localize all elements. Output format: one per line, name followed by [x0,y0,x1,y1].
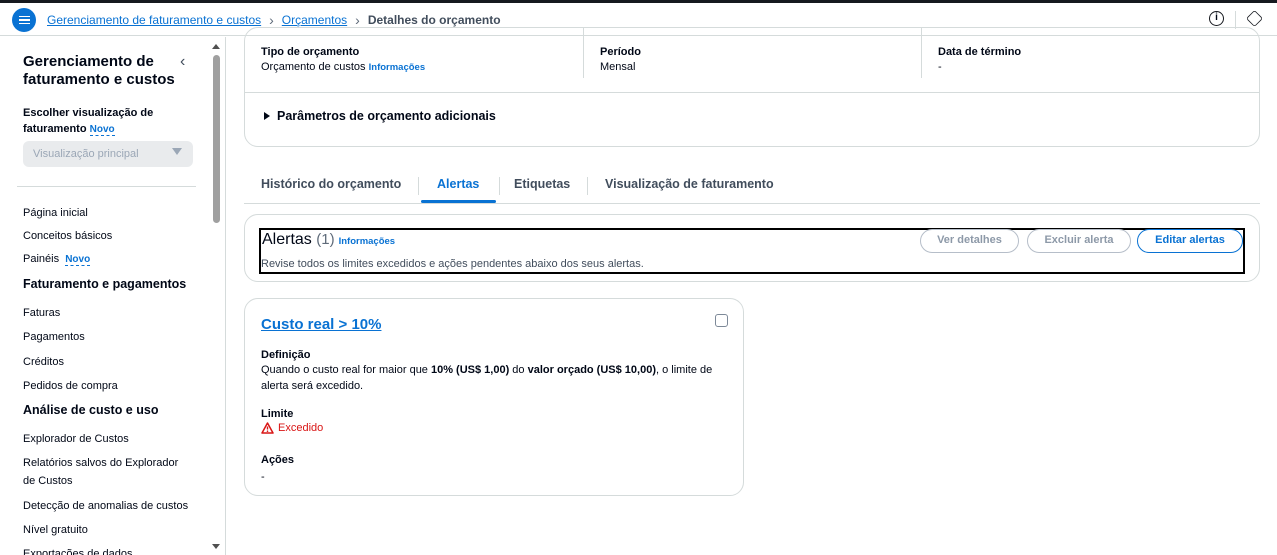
sidebar-section-cost-analysis: Análise de custo e uso [23,403,159,417]
definition-label: Definição [261,349,311,361]
info-link[interactable]: Informações [369,62,426,73]
sidebar-item-home[interactable]: Página inicial [23,204,88,222]
divider [17,186,196,187]
chevron-right-icon: › [269,12,274,28]
chevron-right-icon: › [355,12,360,28]
sidebar-item-anomaly-detection[interactable]: Detecção de anomalias de custos [23,497,188,515]
active-tab-indicator [421,200,496,203]
sidebar-item-invoices[interactable]: Faturas [23,304,60,322]
menu-icon[interactable] [12,8,36,32]
breadcrumb-budgets[interactable]: Orçamentos [282,13,347,27]
actions-label: Ações [261,454,295,466]
info-link[interactable]: Informações [339,236,396,247]
sidebar-item-data-exports[interactable]: Exportações de dados [23,545,132,555]
sidebar-item-credits[interactable]: Créditos [23,353,64,371]
new-badge[interactable]: Novo [89,124,115,136]
caret-right-icon [264,112,270,120]
tab-tags[interactable]: Etiquetas [514,177,570,191]
additional-params-toggle[interactable]: Parâmetros de orçamento adicionais [264,109,496,123]
sidebar-scrollbar[interactable] [213,55,220,223]
actions-value: - [261,471,265,483]
breadcrumb-billing[interactable]: Gerenciamento de faturamento e custos [47,13,261,27]
sidebar: Gerenciamento de faturamento e custos ‹ … [0,37,226,555]
scroll-up-icon[interactable] [212,44,220,49]
breadcrumb-current: Detalhes do orçamento [367,13,501,27]
sidebar-title: Gerenciamento de faturamento e custos [23,53,175,88]
budget-end-date: Data de término - [938,46,1022,73]
tab-billing-view[interactable]: Visualização de faturamento [605,177,774,191]
sidebar-item-saved-reports[interactable]: Relatórios salvos do Explorador de Custo… [23,454,193,490]
main-content: Tipo de orçamento Orçamento de custos In… [227,27,1277,555]
limit-status: Excedido [261,422,323,434]
sidebar-item-free-tier[interactable]: Nível gratuito [23,521,88,539]
new-badge: Novo [65,254,91,266]
chevron-left-icon[interactable]: ‹ [180,53,185,71]
divider [418,177,419,195]
billing-view-select[interactable]: Visualização principal [23,141,193,167]
warning-icon [261,422,274,434]
divider [499,177,500,195]
sidebar-item-concepts[interactable]: Conceitos básicos [23,227,112,245]
scroll-down-icon[interactable] [212,544,220,549]
billing-view-label: Escolher visualização de faturamento Nov… [23,107,154,136]
divider [587,177,588,195]
alerts-count: (1) [316,231,335,248]
alerts-title: Alertas (1) Informações [262,231,396,248]
tab-bar: Histórico do orçamento Alertas Etiquetas… [244,167,1260,204]
divider [583,28,584,78]
limit-label: Limite [261,408,294,420]
view-details-button[interactable]: Ver detalhes [920,229,1019,253]
alerts-header-card: Alertas (1) Informações Revise todos os l… [244,214,1260,282]
alerts-description: Revise todos os limites excedidos e açõe… [261,258,644,270]
settings-icon[interactable] [1246,10,1263,27]
divider [921,28,922,78]
budget-summary-card: Tipo de orçamento Orçamento de custos In… [244,27,1260,147]
sidebar-item-cost-explorer[interactable]: Explorador de Custos [23,430,129,448]
definition-text: Quando o custo real for maior que 10% (U… [261,364,713,392]
divider [245,92,1259,93]
info-icon[interactable]: i [1209,11,1224,26]
caret-down-icon [172,148,182,155]
edit-alerts-button[interactable]: Editar alertas [1137,229,1243,253]
sidebar-item-purchase-orders[interactable]: Pedidos de compra [23,377,118,395]
delete-alert-button[interactable]: Excluir alerta [1027,229,1131,253]
sidebar-section-billing: Faturamento e pagamentos [23,277,187,291]
budget-period: Período Mensal [600,46,641,73]
budget-type: Tipo de orçamento Orçamento de custos In… [261,46,426,73]
alert-checkbox[interactable] [715,314,728,327]
alert-card: Custo real > 10% Definição Quando o cust… [244,298,744,496]
sidebar-item-payments[interactable]: Pagamentos [23,328,85,346]
tab-budget-history[interactable]: Histórico do orçamento [261,177,401,191]
alert-title-link[interactable]: Custo real > 10% [261,316,381,333]
tab-alerts[interactable]: Alertas [437,177,479,191]
sidebar-item-dashboards[interactable]: Painéis Novo [23,250,91,269]
breadcrumb: Gerenciamento de faturamento e custos › … [47,12,501,28]
